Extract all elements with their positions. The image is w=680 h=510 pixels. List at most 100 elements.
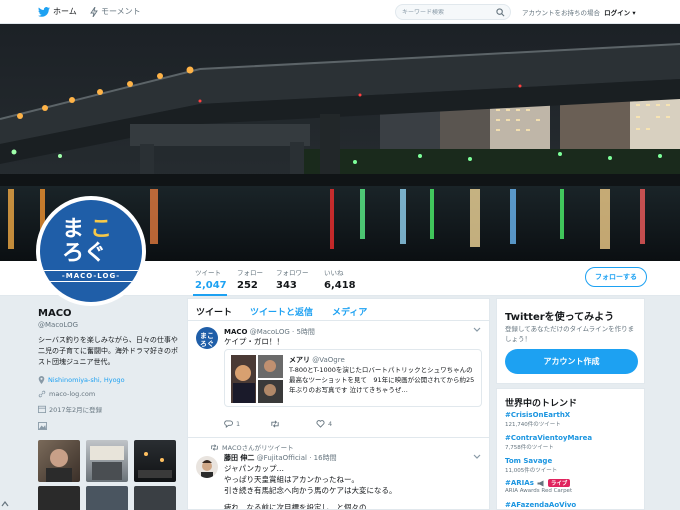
svg-text:ろぐ: ろぐ: [200, 340, 214, 348]
photo-thumb[interactable]: [86, 440, 128, 482]
photo-thumb[interactable]: [134, 486, 176, 510]
stat-tweets[interactable]: ツイート 2,047: [193, 265, 227, 296]
profile-name[interactable]: MACO: [38, 308, 178, 319]
heart-icon: [316, 420, 325, 428]
stat-followers-value: 343: [276, 280, 297, 291]
tweet-avatar[interactable]: まこ ろぐ: [196, 327, 218, 349]
trend-item[interactable]: #ContraVientoyMarea 7,758件のツイート: [505, 434, 639, 451]
trend-name[interactable]: #ContraVientoyMarea: [505, 434, 639, 442]
profile-avatar[interactable]: ま こ ろぐ -MACO-LOG-: [36, 196, 146, 306]
trend-name[interactable]: #CrisisOnEarthX: [505, 411, 639, 419]
tab-tweets[interactable]: ツイート: [196, 305, 232, 318]
stat-likes[interactable]: いいね 6,418: [322, 265, 358, 296]
trend-name-row: #ARIAs ライブ: [505, 479, 639, 487]
stat-tweets-value: 2,047: [195, 280, 227, 291]
avatar-text-ko: こ: [90, 217, 113, 242]
trend-item[interactable]: #ARIAs ライブ ARIA Awards Red Carpet: [505, 479, 639, 494]
lightning-icon: [90, 6, 98, 17]
live-badge: ライブ: [547, 479, 571, 487]
reply-button[interactable]: 1: [224, 420, 270, 428]
create-account-button[interactable]: アカウント作成: [505, 349, 638, 374]
trend-count: ARIA Awards Red Carpet: [505, 488, 573, 494]
trends-card: 世界中のトレンド #CrisisOnEarthX 121,740件のツイート #…: [496, 388, 645, 510]
retweet-button[interactable]: [270, 420, 316, 428]
stat-followers[interactable]: フォロワー 343: [274, 265, 314, 296]
reply-count: 1: [236, 420, 241, 428]
quoted-tweet-header: メアリ @VaOgre: [289, 355, 345, 365]
follow-button[interactable]: フォローする: [585, 267, 647, 287]
trends-title: 世界中のトレンド: [505, 399, 578, 409]
tab-tweets-and-replies[interactable]: ツイートと返信: [250, 305, 313, 318]
photo-thumb[interactable]: [38, 486, 80, 510]
tweet-header: 藤田 伸二 @FujitaOfficial · 16時間: [224, 453, 337, 463]
retweeted-by-text[interactable]: MACOさんがリツイート: [222, 442, 294, 452]
retweet-icon: [211, 443, 218, 451]
nav-moments-label: モーメント: [101, 7, 141, 16]
trend-name[interactable]: #ARIAs: [505, 479, 534, 487]
trend-item[interactable]: #CrisisOnEarthX 121,740件のツイート: [505, 411, 639, 428]
stat-followers-label: フォロワー: [276, 269, 309, 277]
tweet-time[interactable]: · 16時間: [309, 454, 336, 462]
profile-joined-text: 2017年2月に登録: [49, 406, 103, 414]
search-input[interactable]: [402, 8, 492, 16]
tweet[interactable]: MACOさんがリツイート 藤田 伸二 @FujitaOfficial · 16時…: [188, 438, 489, 510]
tweet-time[interactable]: · 5時間: [292, 328, 315, 336]
retweet-icon: [271, 420, 279, 428]
tab-media[interactable]: メディア: [332, 305, 367, 318]
avatar-logo: ま こ ろぐ -MACO-LOG-: [40, 200, 142, 302]
trend-item[interactable]: Tom Savage 11,005件のツイート: [505, 457, 639, 474]
tweet-author-handle: @MacoLOG: [249, 328, 290, 336]
like-button[interactable]: 4: [316, 420, 362, 428]
account-prompt-text: アカウントをお持ちの場合: [522, 9, 600, 17]
svg-text:まこ: まこ: [200, 331, 214, 340]
profile-location-text[interactable]: Nishinomiya-shi, Hyogo: [48, 376, 125, 384]
megaphone-icon: [537, 480, 544, 486]
timeline-tabs: ツイート ツイートと返信 メディア: [188, 299, 489, 321]
tweet-avatar[interactable]: [196, 456, 218, 478]
nav-home[interactable]: ホーム: [38, 6, 77, 17]
photo-thumb[interactable]: [86, 486, 128, 510]
top-nav: ホーム モーメント アカウントをお持ちの場合 ログイン ▾: [0, 0, 680, 24]
photo-thumb[interactable]: [38, 440, 80, 482]
quoted-tweet[interactable]: メアリ @VaOgre T-800とT-1000を演じたロバートパトリックとシュ…: [224, 349, 482, 407]
reply-icon: [224, 420, 233, 428]
chevron-down-icon[interactable]: [473, 327, 481, 333]
profile-card: MACO @MacoLOG シーバス釣りを楽しみながら、日々の仕事や二児の子育て…: [38, 308, 178, 430]
photo-icon: [38, 422, 47, 430]
profile-handle: @MacoLOG: [38, 321, 79, 329]
stat-tweets-label: ツイート: [195, 269, 221, 277]
photo-thumb[interactable]: [134, 440, 176, 482]
tweet-text: ケイプ・ガロ！！: [224, 337, 284, 346]
tweet-text-line: 疲れ…なる前に次目標を設定し…と個々の…: [224, 503, 374, 510]
trend-name[interactable]: #AFazendaAoVivo: [505, 501, 639, 509]
tweet-actions: 1 4: [224, 420, 362, 428]
nav-moments[interactable]: モーメント: [90, 6, 141, 17]
nav-home-label: ホーム: [53, 7, 77, 16]
night-photo-icon: [138, 452, 172, 478]
quoted-tweet-text: T-800とT-1000を演じたロバートパトリックとシュワちゃんの最高なツーショ…: [289, 366, 475, 394]
tweet[interactable]: まこ ろぐ MACO @MacoLOG · 5時間 ケイプ・ガロ！！ メアリ @V…: [188, 321, 489, 438]
timeline: ツイート ツイートと返信 メディア まこ ろぐ MACO @MacoLOG · 5…: [187, 298, 490, 510]
login-link[interactable]: ログイン ▾: [604, 9, 636, 17]
login-prompt: アカウントをお持ちの場合 ログイン ▾: [522, 7, 636, 17]
trend-name[interactable]: Tom Savage: [505, 457, 639, 465]
tweet-author-handle: @FujitaOfficial: [256, 454, 307, 462]
stat-likes-label: いいね: [324, 269, 344, 277]
link-icon: [38, 390, 46, 398]
tweet-author-name[interactable]: 藤田 伸二: [224, 454, 254, 462]
signup-title: Twitterを使ってみよう: [505, 312, 615, 323]
stat-following-value: 252: [237, 280, 258, 291]
profile-website-link[interactable]: maco-log.com: [49, 390, 95, 398]
quoted-tweet-image: [231, 355, 283, 403]
tweet-author-name[interactable]: MACO: [224, 328, 247, 336]
search-icon[interactable]: [496, 8, 505, 17]
stat-following[interactable]: フォロー 252: [235, 265, 269, 296]
location-pin-icon: [38, 376, 45, 384]
profile-location: Nishinomiya-shi, Hyogo: [38, 376, 178, 384]
avatar-text-ma: ま: [62, 217, 85, 242]
profile-bio: シーバス釣りを楽しみながら、日々の仕事や二児の子育てに奮闘中。海外ドラマ好きのポ…: [38, 336, 178, 366]
trend-item[interactable]: #AFazendaAoVivo: [505, 501, 639, 509]
chevron-down-icon[interactable]: [473, 454, 481, 460]
scroll-up-arrow-icon[interactable]: [0, 497, 10, 510]
quoted-author-handle: @VaOgre: [312, 356, 345, 364]
